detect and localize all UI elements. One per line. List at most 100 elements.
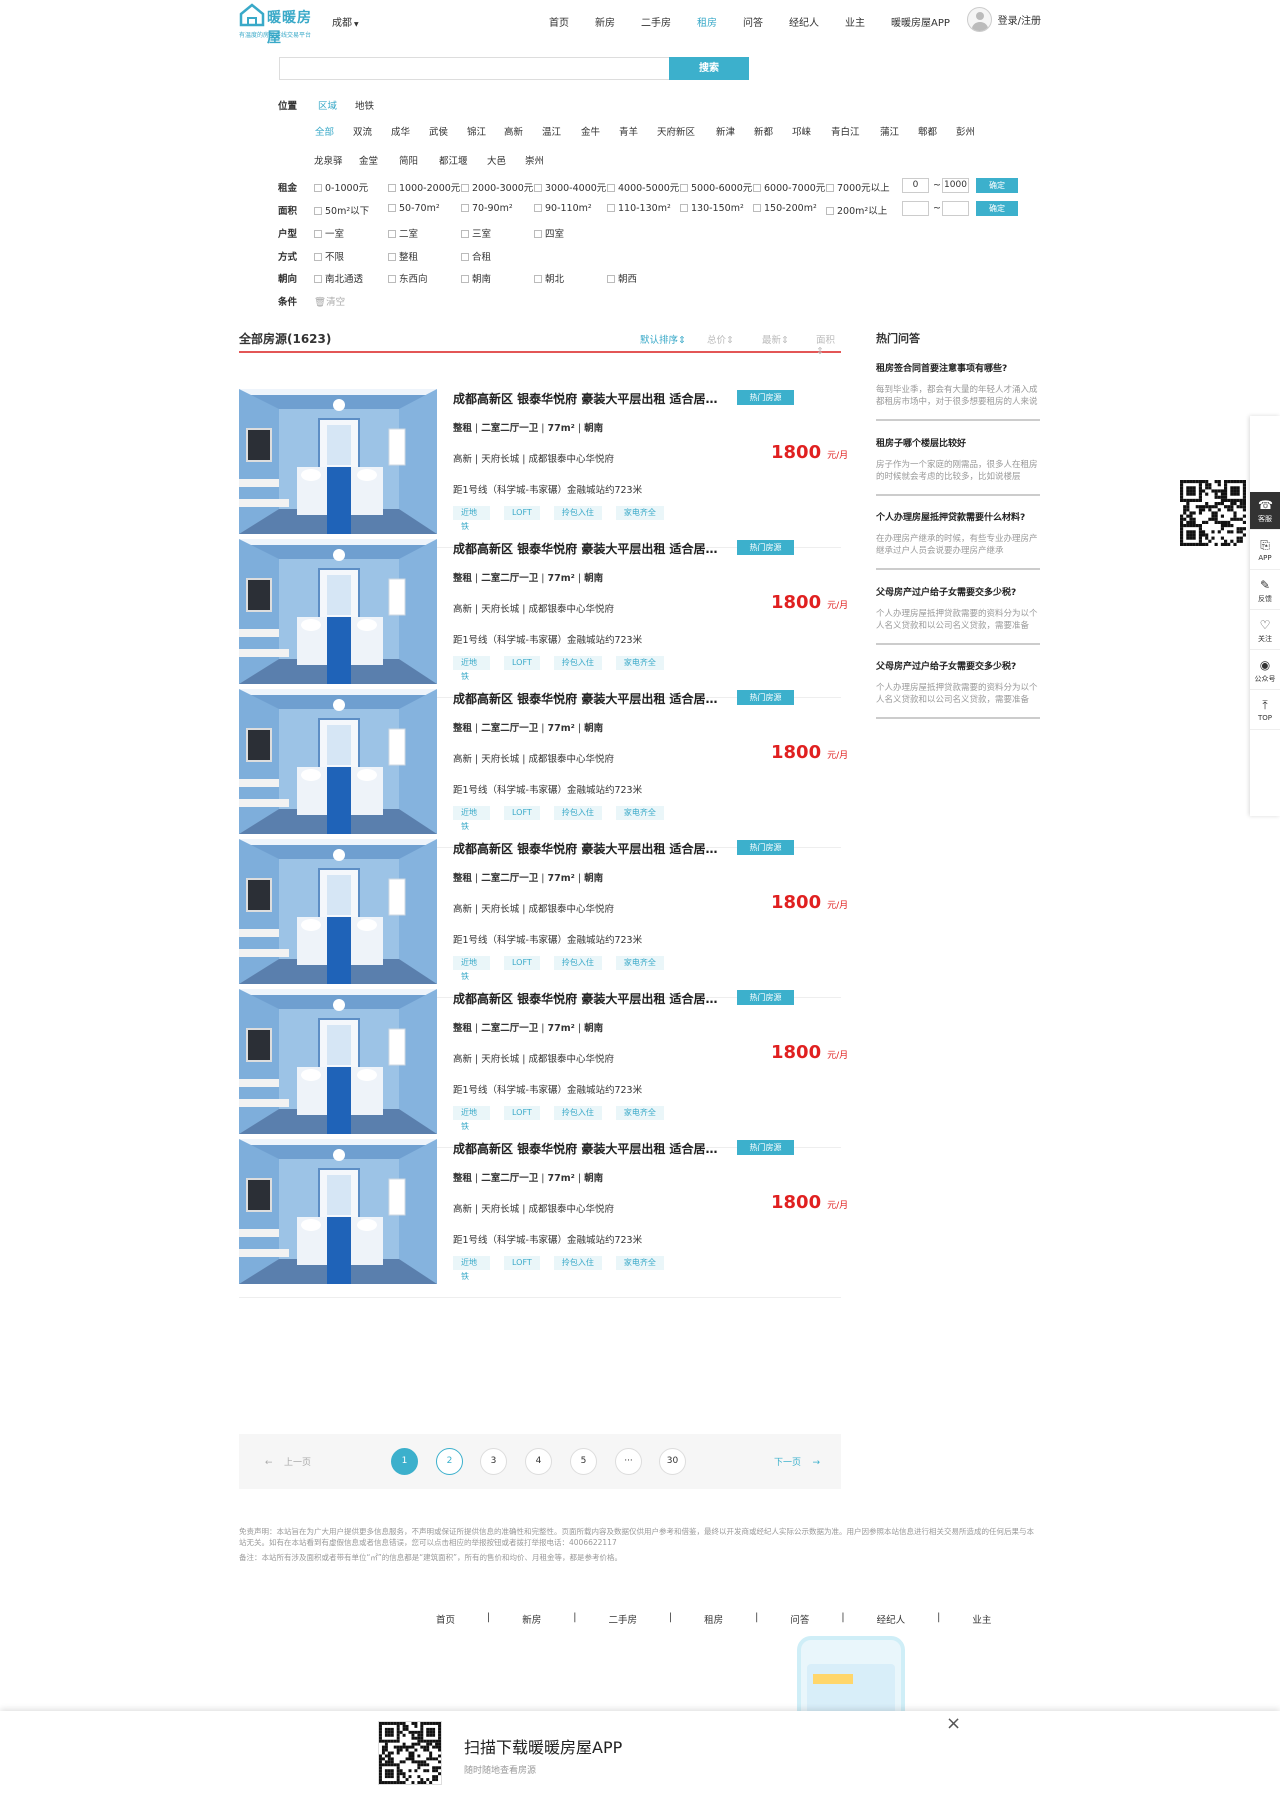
qa-item[interactable]: 租房签合同首要注意事项有哪些? 每到毕业季，都会有大量的年轻人才涌入成都租房市场中… xyxy=(876,361,1040,421)
checkbox-icon[interactable] xyxy=(314,229,322,238)
block[interactable]: 天府长城 xyxy=(481,1054,519,1065)
nav-item-6[interactable]: 业主 xyxy=(845,14,865,29)
district-4[interactable]: 锦江 xyxy=(467,124,486,138)
district-3[interactable]: 武侯 xyxy=(429,124,448,138)
district-2[interactable]: 成华 xyxy=(391,124,410,138)
district-8[interactable]: 青羊 xyxy=(619,124,638,138)
side-follow[interactable]: ♡ 关注 xyxy=(1250,612,1280,650)
mode-opt-1[interactable]: 整租 xyxy=(388,249,418,263)
area-opt-0[interactable]: 50m²以下 xyxy=(314,203,369,217)
district-1[interactable]: 双流 xyxy=(353,124,372,138)
rent-opt-3[interactable]: 3000-4000元 xyxy=(534,180,606,194)
qa-item[interactable]: 父母房产过户给子女需要交多少税? 个人办理房屋抵押贷款需要的资料分为以个人名义贷款… xyxy=(876,659,1040,719)
user-area[interactable]: 登录/注册 xyxy=(966,7,1041,32)
listing-title[interactable]: 成都高新区 银泰华悦府 豪装大平层出租 适合居家办公 xyxy=(453,690,725,707)
listing-image[interactable] xyxy=(239,1139,437,1284)
area-confirm-button[interactable]: 确定 xyxy=(976,201,1018,216)
qa-item[interactable]: 父母房产过户给子女需要交多少税? 个人办理房屋抵押贷款需要的资料分为以个人名义贷款… xyxy=(876,585,1040,645)
layout-opt-2[interactable]: 三室 xyxy=(461,226,491,240)
tab-district[interactable]: 区域 xyxy=(318,98,337,112)
page-3[interactable]: 3 xyxy=(480,1448,507,1475)
listing-card[interactable]: 成都高新区 银泰华悦府 豪装大平层出租 适合居家办公 热门房源 整租 | 二室二厅一… xyxy=(239,826,848,998)
prev-page-button[interactable]: ← 上一页 xyxy=(265,1455,311,1468)
listing-card[interactable]: 成都高新区 银泰华悦府 豪装大平层出租 适合居家办公 热门房源 整租 | 二室二厅一… xyxy=(239,676,848,848)
district2-4[interactable]: 大邑 xyxy=(487,153,506,167)
area-opt-3[interactable]: 90-110m² xyxy=(534,203,592,214)
footer-link[interactable]: 新房 xyxy=(522,1612,541,1626)
side-wechat[interactable]: ◉ 公众号 xyxy=(1250,652,1280,690)
block[interactable]: 天府长城 xyxy=(481,1204,519,1215)
sort-area[interactable]: 面积⇕ xyxy=(816,332,841,357)
listing-title[interactable]: 成都高新区 银泰华悦府 豪装大平层出租 适合居家办公 xyxy=(453,1140,725,1157)
district-13[interactable]: 青白江 xyxy=(831,124,860,138)
district[interactable]: 高新 xyxy=(453,1054,472,1065)
side-top[interactable]: ⤒ TOP xyxy=(1250,692,1280,730)
listing-image[interactable] xyxy=(239,539,437,684)
checkbox-icon[interactable] xyxy=(461,229,469,238)
checkbox-icon[interactable] xyxy=(314,206,322,215)
checkbox-icon[interactable] xyxy=(314,274,322,283)
checkbox-icon[interactable] xyxy=(680,183,688,192)
listing-image[interactable] xyxy=(239,839,437,984)
checkbox-icon[interactable] xyxy=(461,274,469,283)
rent-opt-1[interactable]: 1000-2000元 xyxy=(388,180,460,194)
checkbox-icon[interactable] xyxy=(461,252,469,261)
listing-title[interactable]: 成都高新区 银泰华悦府 豪装大平层出租 适合居家办公 xyxy=(453,540,725,557)
orient-opt-1[interactable]: 东西向 xyxy=(388,271,428,285)
district2-5[interactable]: 崇州 xyxy=(525,153,544,167)
checkbox-icon[interactable] xyxy=(826,183,834,192)
search-input[interactable] xyxy=(279,57,669,80)
rent-opt-4[interactable]: 4000-5000元 xyxy=(607,180,679,194)
estate[interactable]: 成都银泰中心华悦府 xyxy=(529,454,615,465)
checkbox-icon[interactable] xyxy=(314,252,322,261)
nav-item-0[interactable]: 首页 xyxy=(549,14,569,29)
estate[interactable]: 成都银泰中心华悦府 xyxy=(529,604,615,615)
listing-card[interactable]: 成都高新区 银泰华悦府 豪装大平层出租 适合居家办公 热门房源 整租 | 二室二厅一… xyxy=(239,976,848,1148)
qa-question[interactable]: 租房子哪个楼层比较好 xyxy=(876,436,966,449)
area-opt-2[interactable]: 70-90m² xyxy=(461,203,513,214)
rent-opt-7[interactable]: 7000元以上 xyxy=(826,180,890,194)
qa-question[interactable]: 父母房产过户给子女需要交多少税? xyxy=(876,585,1016,598)
page-2[interactable]: 2 xyxy=(436,1448,463,1475)
checkbox-icon[interactable] xyxy=(461,183,469,192)
orient-opt-2[interactable]: 朝南 xyxy=(461,271,491,285)
district-7[interactable]: 金牛 xyxy=(581,124,600,138)
footer-link[interactable]: 经纪人 xyxy=(877,1612,906,1626)
checkbox-icon[interactable] xyxy=(388,203,396,212)
layout-opt-3[interactable]: 四室 xyxy=(534,226,564,240)
listing-title[interactable]: 成都高新区 银泰华悦府 豪装大平层出租 适合居家办公 xyxy=(453,840,725,857)
checkbox-icon[interactable] xyxy=(534,229,542,238)
page-30[interactable]: 30 xyxy=(659,1448,686,1475)
footer-link[interactable]: 租房 xyxy=(704,1612,723,1626)
estate[interactable]: 成都银泰中心华悦府 xyxy=(529,754,615,765)
listing-title[interactable]: 成都高新区 银泰华悦府 豪装大平层出租 适合居家办公 xyxy=(453,390,725,407)
checkbox-icon[interactable] xyxy=(534,274,542,283)
mode-opt-0[interactable]: 不限 xyxy=(314,249,344,263)
district-6[interactable]: 温江 xyxy=(542,124,561,138)
district-14[interactable]: 蒲江 xyxy=(880,124,899,138)
checkbox-icon[interactable] xyxy=(607,183,615,192)
district2-0[interactable]: 龙泉驿 xyxy=(314,153,343,167)
area-opt-5[interactable]: 130-150m² xyxy=(680,203,744,214)
qa-question[interactable]: 个人办理房屋抵押贷款需要什么材料? xyxy=(876,510,1025,523)
area-min-input[interactable] xyxy=(902,201,929,216)
side-feedback[interactable]: ✎ 反馈 xyxy=(1250,572,1280,610)
district2-2[interactable]: 简阳 xyxy=(399,153,418,167)
district2-3[interactable]: 都江堰 xyxy=(439,153,468,167)
nav-item-7[interactable]: 暖暖房屋APP xyxy=(891,14,950,29)
checkbox-icon[interactable] xyxy=(753,183,761,192)
next-page-button[interactable]: 下一页 → xyxy=(774,1455,820,1468)
sort-latest[interactable]: 最新⇕ xyxy=(762,332,789,346)
sort-default[interactable]: 默认排序⇕ xyxy=(640,332,686,346)
footer-link[interactable]: 二手房 xyxy=(608,1612,637,1626)
district-16[interactable]: 彭州 xyxy=(956,124,975,138)
close-icon[interactable]: × xyxy=(946,1713,961,1734)
district-9[interactable]: 天府新区 xyxy=(657,124,695,138)
nav-item-5[interactable]: 经纪人 xyxy=(789,14,819,29)
block[interactable]: 天府长城 xyxy=(481,604,519,615)
rent-opt-0[interactable]: 0-1000元 xyxy=(314,180,368,194)
listing-image[interactable] xyxy=(239,389,437,534)
checkbox-icon[interactable] xyxy=(461,203,469,212)
tab-subway[interactable]: 地铁 xyxy=(355,98,374,112)
listing-card[interactable]: 成都高新区 银泰华悦府 豪装大平层出租 适合居家办公 热门房源 整租 | 二室二厅一… xyxy=(239,1126,848,1298)
